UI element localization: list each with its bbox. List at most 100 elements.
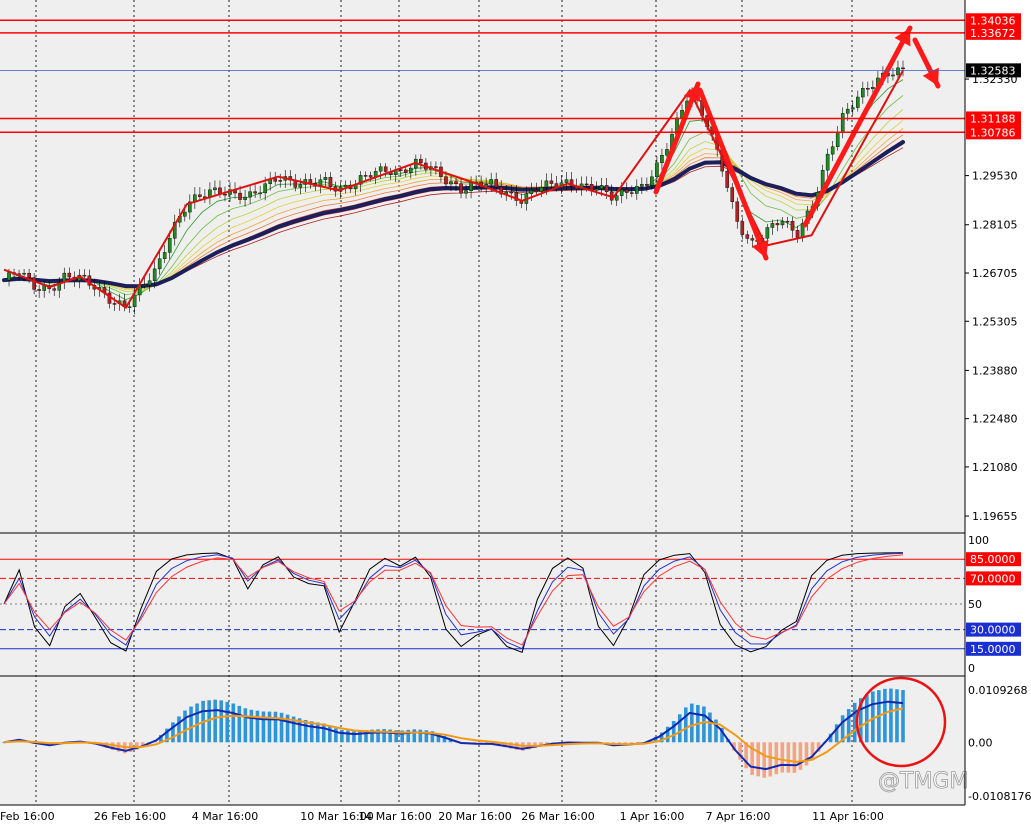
candle-body (564, 179, 569, 183)
macd-histogram-bar (756, 742, 760, 777)
candle-body (469, 182, 473, 192)
candle-body (640, 184, 644, 187)
macd-histogram-bar (702, 706, 706, 743)
candle-body (544, 180, 549, 188)
plot-background (0, 0, 965, 805)
candle-body (454, 181, 458, 184)
macd-histogram-bar (195, 703, 199, 743)
time-tick-label: 11 Apr 16:00 (812, 810, 884, 823)
macd-histogram-bar (249, 709, 254, 743)
candle-body (258, 192, 262, 195)
candle-body (127, 306, 132, 308)
price-axis: 1.323301.295301.281051.267051.253051.238… (965, 13, 1021, 523)
candle-body (403, 169, 408, 173)
candle-body (157, 258, 162, 270)
price-tick-label: 1.19655 (972, 510, 1018, 523)
macd-histogram-bar (798, 742, 803, 770)
candle-body (263, 183, 267, 194)
time-axis: Feb 16:00 26 Feb 16:00 4 Mar 16:00 10 Mar 1… (0, 810, 884, 823)
candle-body (152, 268, 157, 281)
time-tick-label: 7 Apr 16:00 (706, 810, 771, 823)
stochastic-level-label: 15.0000 (970, 643, 1016, 656)
macd-histogram-bar (340, 729, 344, 743)
candle-body (850, 107, 855, 110)
candle-body (534, 189, 539, 192)
macd-tick-label: 0.00 (968, 736, 993, 749)
macd-histogram-bar (213, 699, 217, 743)
candle-body (614, 195, 619, 201)
candle-body (765, 227, 770, 239)
candle-body (740, 221, 745, 235)
candle-body (368, 175, 373, 178)
time-tick-label: 26 Feb 16:00 (94, 810, 166, 823)
candle-body (22, 272, 26, 275)
candle-body (434, 166, 438, 168)
candle-body (343, 184, 348, 188)
macd-histogram-bar (309, 721, 314, 743)
candle-body (132, 294, 137, 307)
candle-body (409, 167, 413, 173)
candle-body (449, 181, 453, 185)
candle-body (604, 185, 609, 193)
macd-histogram-bar (418, 729, 423, 743)
candle-body (660, 155, 664, 164)
candle-body (167, 238, 172, 253)
candle-body (750, 238, 755, 241)
time-tick-label: 20 Mar 16:00 (438, 810, 511, 823)
macd-histogram-bar (315, 722, 320, 743)
stochastic-tick-label: 0 (968, 662, 975, 675)
watermark-text: @TMGM (878, 769, 968, 794)
candle-body (459, 183, 463, 194)
candle-body (896, 67, 900, 76)
macd-histogram-bar (279, 712, 284, 743)
candle-body (840, 113, 845, 133)
candle-body (745, 234, 750, 239)
candle-body (162, 252, 167, 259)
candle-body (529, 189, 534, 194)
stochastic-tick-label: 100 (968, 534, 989, 547)
time-tick-label: 1 Apr 16:00 (620, 810, 685, 823)
macd-histogram-bar (358, 730, 362, 743)
candle-body (509, 191, 514, 194)
candle-body (825, 153, 830, 171)
candle-body (871, 87, 875, 89)
macd-histogram-bar (177, 716, 181, 743)
macd-histogram-bar (871, 691, 875, 743)
time-tick-label: 26 Mar 16:00 (521, 810, 594, 823)
candle-body (635, 186, 639, 194)
macd-histogram-bar (219, 700, 224, 743)
candle-body (891, 74, 895, 77)
macd-histogram-bar (780, 742, 785, 773)
macd-tick-label: -0.0108176 (968, 790, 1031, 803)
macd-histogram-bar (231, 703, 236, 743)
candle-body (645, 184, 649, 186)
candle-body (775, 223, 780, 226)
candle-body (37, 289, 41, 291)
candle-body (378, 166, 383, 172)
candle-body (599, 185, 604, 190)
time-tick-label: Feb 16:00 (0, 810, 55, 823)
macd-histogram-bar (303, 719, 308, 743)
macd-histogram-bar (804, 742, 809, 766)
candle-body (464, 190, 468, 194)
macd-histogram-bar (225, 701, 230, 743)
candle-body (444, 176, 448, 185)
macd-histogram-bar (328, 725, 332, 743)
candle-body (273, 178, 278, 182)
macd-histogram-bar (237, 705, 242, 743)
candle-body (243, 196, 247, 200)
macd-histogram-bar (683, 707, 688, 743)
macd-histogram-bar (792, 742, 797, 773)
macd-histogram-bar (267, 711, 272, 743)
level-badge-label: 1.30786 (970, 126, 1016, 139)
macd-tick-label: 0.0109268 (968, 684, 1028, 697)
macd-histogram-bar (901, 690, 905, 743)
time-tick-label: 14 Mar 16:00 (358, 810, 431, 823)
candle-body (383, 166, 388, 172)
candle-body (861, 88, 865, 98)
macd-histogram-bar (889, 688, 893, 743)
forex-chart: 85.0000 70.0000 30.0000 15.0000 100 50 0 0.010… (0, 0, 1031, 823)
price-tick-label: 1.28105 (972, 219, 1018, 232)
macd-histogram-bar (895, 689, 899, 743)
macd-histogram-bar (261, 711, 266, 743)
